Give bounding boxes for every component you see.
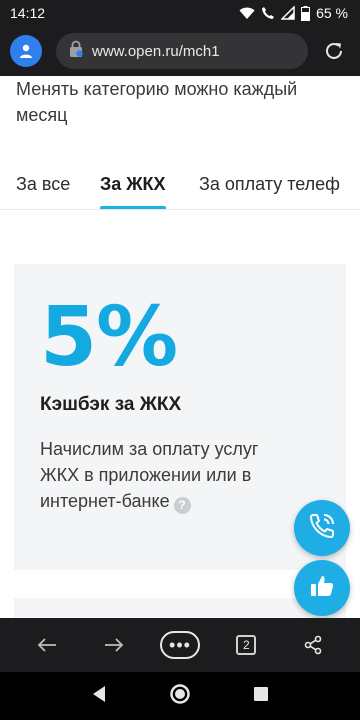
share-icon[interactable] [293,625,333,665]
tabs-button[interactable]: 2 [226,625,266,665]
status-icons: 65 % [239,5,348,21]
tab-utilities[interactable]: За ЖКХ [100,170,166,209]
arrow-back-icon[interactable] [27,625,67,665]
nav-home-icon[interactable] [169,683,191,710]
wifi-icon [239,7,255,20]
reload-icon[interactable] [320,37,348,65]
tabs-icon: 2 [236,635,257,655]
url-text: www.open.ru/mch1 [92,42,220,60]
menu-dots-icon: ••• [159,631,200,659]
browser-top-bar: www.open.ru/mch1 [0,26,360,76]
thumbs-up-icon [307,571,337,606]
lock-icon [68,40,84,63]
battery-icon [301,5,311,21]
signal-icon [281,6,295,20]
battery-level: 65 % [316,5,348,21]
screen: 14:12 65 % www.open.ru/mch1 Менять катег… [0,0,360,720]
page-content: Менять категорию можно каждый месяц За в… [0,76,360,618]
nav-recents-icon[interactable] [253,686,269,707]
phone-call-icon [261,6,275,20]
nav-back-icon[interactable] [91,685,107,708]
card-title: Кэшбэк за ЖКХ [40,394,182,415]
address-bar[interactable]: www.open.ru/mch1 [56,33,308,69]
intro-text: Менять категорию можно каждый месяц [16,79,298,125]
browser-toolbar: ••• 2 [0,618,360,672]
card-description: Начислим за оплату услуг ЖКХ в приложени… [40,436,300,514]
android-nav-bar [0,672,360,720]
tab-all[interactable]: За все [16,170,70,209]
menu-button[interactable]: ••• [159,625,200,665]
arrow-forward-icon[interactable] [94,625,134,665]
status-bar: 14:12 65 % [0,0,360,26]
status-time: 14:12 [10,5,46,21]
card-description-text: Начислим за оплату услуг ЖКХ в приложени… [40,439,259,511]
cashback-percent: 5% [40,290,178,385]
help-icon[interactable]: ? [173,496,191,514]
phone-icon [307,511,337,546]
phone-call-button[interactable] [294,500,350,556]
category-tabs: За все За ЖКХ За оплату телеф [0,170,360,210]
next-card [14,598,346,618]
feedback-button[interactable] [294,560,350,616]
tab-phone-payment[interactable]: За оплату телеф [199,170,340,209]
profile-icon[interactable] [10,35,42,67]
